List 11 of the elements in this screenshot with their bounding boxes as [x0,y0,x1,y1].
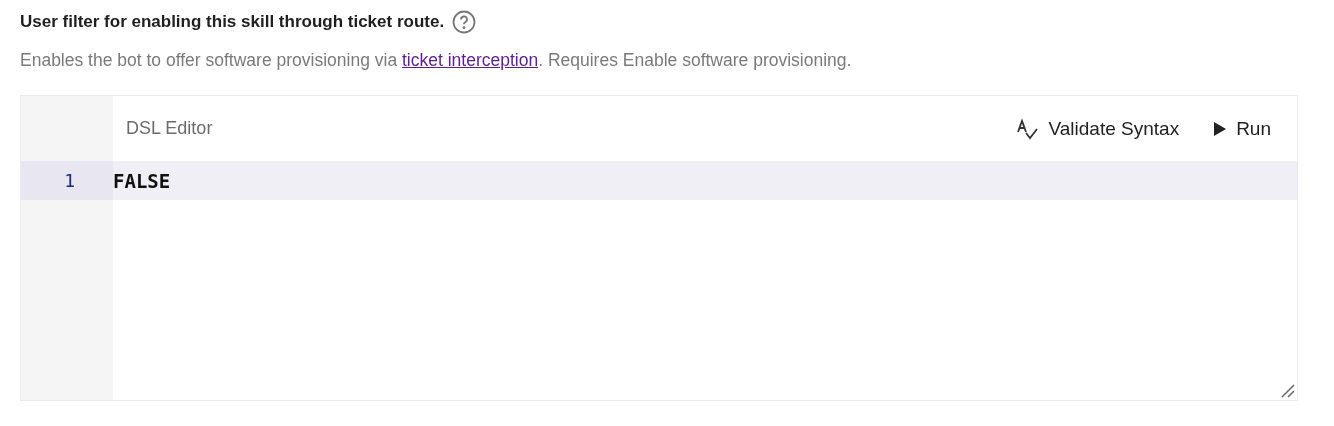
help-icon[interactable] [452,10,477,34]
resize-handle-icon[interactable] [1281,384,1295,398]
editor-title: DSL Editor [126,118,214,139]
line-number: 1 [21,161,113,200]
ticket-interception-link[interactable]: ticket interception [402,50,539,70]
description-text: Enables the bot to offer software provisioning via ticket interception. Requires Enable software provisioning. [20,50,853,71]
spell-check-icon [1015,117,1040,140]
play-icon [1213,120,1228,137]
section-title: User filter for enabling this skill through ticket route. [20,12,445,32]
run-button[interactable]: Run [1213,117,1271,140]
validate-syntax-button[interactable]: Validate Syntax [1015,117,1180,140]
